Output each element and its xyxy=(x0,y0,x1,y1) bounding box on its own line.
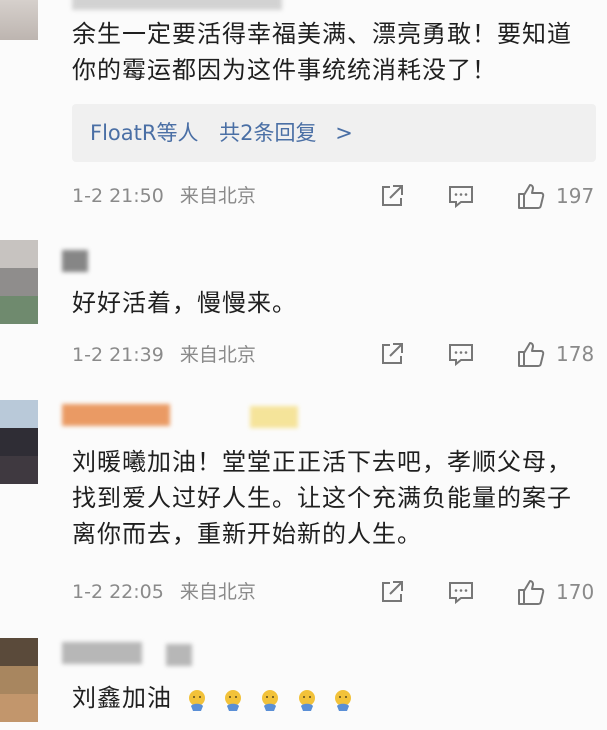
like-count: 170 xyxy=(556,580,595,604)
reply-names: FloatR等人 xyxy=(90,121,199,145)
comment-meta: 1-2 22:05 来自北京 xyxy=(72,580,256,604)
comment-text: 好好活着，慢慢来。 xyxy=(72,289,297,317)
comment-meta: 1-2 21:50 来自北京 xyxy=(72,184,256,208)
comment-2: 好好活着，慢慢来。 1-2 21:39 来自北京 178 xyxy=(0,230,607,385)
praying-emoji xyxy=(225,690,242,711)
avatar[interactable] xyxy=(0,0,38,40)
comment-icon[interactable] xyxy=(447,340,475,368)
username-blurred xyxy=(62,404,170,426)
chevron-right-icon: > xyxy=(335,121,353,145)
location: 来自北京 xyxy=(179,581,256,603)
timestamp: 1-2 21:39 xyxy=(72,344,164,366)
username-blurred xyxy=(62,250,88,272)
timestamp: 1-2 21:50 xyxy=(72,185,164,207)
like-icon[interactable] xyxy=(516,181,546,211)
timestamp: 1-2 22:05 xyxy=(72,581,164,603)
comment-1: 余生一定要活得幸福美满、漂亮勇敢！要知道你的霉运都因为这件事统统消耗没了！ Fl… xyxy=(0,0,607,220)
username-blurred xyxy=(250,406,298,428)
location: 来自北京 xyxy=(179,185,256,207)
comment-text: 余生一定要活得幸福美满、漂亮勇敢！要知道你的霉运都因为这件事统统消耗没了！ xyxy=(72,20,572,84)
like-count: 178 xyxy=(556,342,595,366)
reply-count: 共2条回复 xyxy=(219,121,317,145)
like-icon[interactable] xyxy=(516,577,546,607)
username-blurred xyxy=(62,642,142,664)
praying-emoji xyxy=(298,690,315,711)
username-blurred xyxy=(72,0,282,10)
like-count: 197 xyxy=(556,184,595,208)
praying-emoji xyxy=(335,690,352,711)
comment-text: 刘暖曦加油！堂堂正正活下去吧，孝顺父母，找到爱人过好人生。让这个充满负能量的案子… xyxy=(72,448,572,548)
avatar[interactable] xyxy=(0,240,38,324)
username-blurred xyxy=(166,644,192,666)
emoji-group xyxy=(185,681,360,717)
replies-link[interactable]: FloatR等人 共2条回复 > xyxy=(72,104,596,162)
praying-emoji xyxy=(188,690,205,711)
share-icon[interactable] xyxy=(378,340,406,368)
comment-meta: 1-2 21:39 来自北京 xyxy=(72,343,256,367)
comment-icon[interactable] xyxy=(447,578,475,606)
comment-text-content: 刘鑫加油 xyxy=(72,684,172,712)
comment-text: 刘鑫加油 xyxy=(72,680,592,717)
location: 来自北京 xyxy=(179,344,256,366)
comment-3: 刘暖曦加油！堂堂正正活下去吧，孝顺父母，找到爱人过好人生。让这个充满负能量的案子… xyxy=(0,392,607,622)
share-icon[interactable] xyxy=(378,182,406,210)
like-icon[interactable] xyxy=(516,339,546,369)
avatar[interactable] xyxy=(0,638,38,722)
avatar[interactable] xyxy=(0,400,38,484)
praying-emoji xyxy=(261,690,278,711)
comment-icon[interactable] xyxy=(447,182,475,210)
share-icon[interactable] xyxy=(378,578,406,606)
comment-4: 刘鑫加油 xyxy=(0,630,607,730)
